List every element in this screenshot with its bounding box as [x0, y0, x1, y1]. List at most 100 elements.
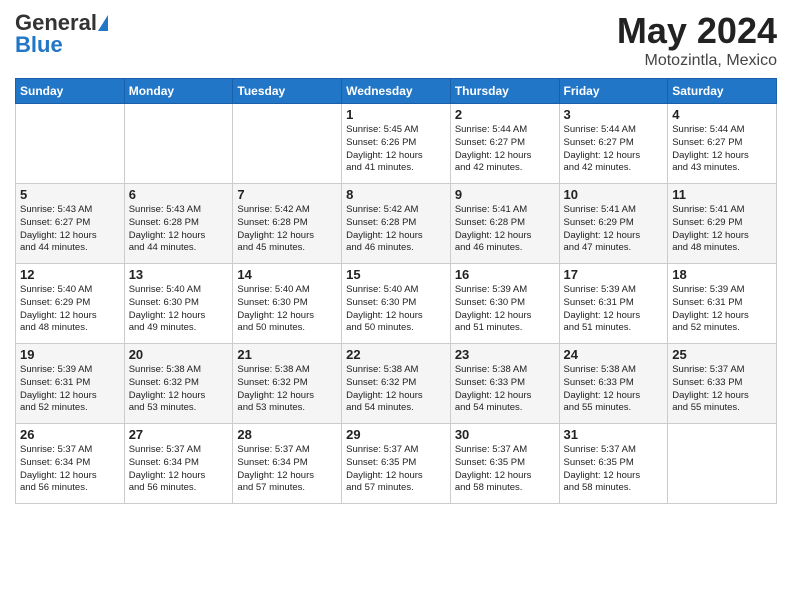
day-info: Sunrise: 5:37 AMSunset: 6:34 PMDaylight:… [129, 444, 229, 495]
day-info: Sunrise: 5:37 AMSunset: 6:35 PMDaylight:… [455, 444, 555, 495]
day-cell: 28 Sunrise: 5:37 AMSunset: 6:34 PMDayligh… [233, 424, 342, 504]
day-cell: 12Sunrise: 5:40 AMSunset: 6:29 PMDayligh… [16, 264, 125, 344]
day-info: Sunrise: 5:42 AMSunset: 6:28 PMDaylight:… [346, 204, 446, 255]
day-cell: 18 Sunrise: 5:39 AMSunset: 6:31 PMDayligh… [668, 264, 777, 344]
day-cell: 25 Sunrise: 5:37 AMSunset: 6:33 PMDayligh… [668, 344, 777, 424]
day-number: 7 [237, 187, 337, 202]
day-cell: 20 Sunrise: 5:38 AMSunset: 6:32 PMDayligh… [124, 344, 233, 424]
day-cell: 23 Sunrise: 5:38 AMSunset: 6:33 PMDayligh… [450, 344, 559, 424]
day-number: 16 [455, 267, 555, 282]
day-number: 11 [672, 187, 772, 202]
logo: General Blue [15, 10, 108, 58]
day-cell: 14 Sunrise: 5:40 AMSunset: 6:30 PMDayligh… [233, 264, 342, 344]
day-number: 5 [20, 187, 120, 202]
day-info: Sunrise: 5:37 AMSunset: 6:35 PMDaylight:… [564, 444, 664, 495]
logo-icon [98, 15, 108, 31]
day-info: Sunrise: 5:40 AMSunset: 6:30 PMDaylight:… [346, 284, 446, 335]
day-cell [668, 424, 777, 504]
day-number: 25 [672, 347, 772, 362]
day-cell: 29Sunrise: 5:37 AMSunset: 6:35 PMDayligh… [342, 424, 451, 504]
col-header-friday: Friday [559, 79, 668, 104]
day-number: 10 [564, 187, 664, 202]
day-number: 29 [346, 427, 446, 442]
day-info: Sunrise: 5:37 AMSunset: 6:34 PMDaylight:… [20, 444, 120, 495]
calendar-page: General Blue May 2024 Motozintla, Mexico… [0, 0, 792, 514]
day-info: Sunrise: 5:41 AMSunset: 6:29 PMDaylight:… [672, 204, 772, 255]
day-info: Sunrise: 5:39 AMSunset: 6:31 PMDaylight:… [20, 364, 120, 415]
day-number: 8 [346, 187, 446, 202]
day-cell: 15 Sunrise: 5:40 AMSunset: 6:30 PMDayligh… [342, 264, 451, 344]
day-cell: 16 Sunrise: 5:39 AMSunset: 6:30 PMDayligh… [450, 264, 559, 344]
day-number: 27 [129, 427, 229, 442]
day-info: Sunrise: 5:40 AMSunset: 6:29 PMDaylight:… [20, 284, 120, 335]
day-number: 18 [672, 267, 772, 282]
calendar-table: SundayMondayTuesdayWednesdayThursdayFrid… [15, 78, 777, 504]
day-info: Sunrise: 5:45 AMSunset: 6:26 PMDaylight:… [346, 124, 446, 175]
day-number: 14 [237, 267, 337, 282]
day-cell [124, 104, 233, 184]
day-number: 15 [346, 267, 446, 282]
day-info: Sunrise: 5:41 AMSunset: 6:29 PMDaylight:… [564, 204, 664, 255]
calendar-location: Motozintla, Mexico [617, 52, 777, 70]
week-row-4: 19 Sunrise: 5:39 AMSunset: 6:31 PMDayligh… [16, 344, 777, 424]
header-row: SundayMondayTuesdayWednesdayThursdayFrid… [16, 79, 777, 104]
logo-blue: Blue [15, 32, 63, 58]
day-info: Sunrise: 5:43 AMSunset: 6:27 PMDaylight:… [20, 204, 120, 255]
day-info: Sunrise: 5:44 AMSunset: 6:27 PMDaylight:… [564, 124, 664, 175]
day-number: 13 [129, 267, 229, 282]
day-cell: 4 Sunrise: 5:44 AMSunset: 6:27 PMDaylight… [668, 104, 777, 184]
week-row-3: 12Sunrise: 5:40 AMSunset: 6:29 PMDayligh… [16, 264, 777, 344]
day-cell [16, 104, 125, 184]
day-cell: 19 Sunrise: 5:39 AMSunset: 6:31 PMDayligh… [16, 344, 125, 424]
day-cell: 6Sunrise: 5:43 AMSunset: 6:28 PMDaylight… [124, 184, 233, 264]
day-cell: 21 Sunrise: 5:38 AMSunset: 6:32 PMDayligh… [233, 344, 342, 424]
day-cell: 10 Sunrise: 5:41 AMSunset: 6:29 PMDayligh… [559, 184, 668, 264]
day-cell: 31Sunrise: 5:37 AMSunset: 6:35 PMDayligh… [559, 424, 668, 504]
day-cell [233, 104, 342, 184]
day-cell: 7 Sunrise: 5:42 AMSunset: 6:28 PMDaylight… [233, 184, 342, 264]
day-cell: 9Sunrise: 5:41 AMSunset: 6:28 PMDaylight… [450, 184, 559, 264]
day-number: 6 [129, 187, 229, 202]
day-number: 28 [237, 427, 337, 442]
day-number: 19 [20, 347, 120, 362]
day-info: Sunrise: 5:40 AMSunset: 6:30 PMDaylight:… [237, 284, 337, 335]
day-info: Sunrise: 5:39 AMSunset: 6:30 PMDaylight:… [455, 284, 555, 335]
day-info: Sunrise: 5:39 AMSunset: 6:31 PMDaylight:… [564, 284, 664, 335]
day-info: Sunrise: 5:37 AMSunset: 6:34 PMDaylight:… [237, 444, 337, 495]
day-number: 2 [455, 107, 555, 122]
col-header-thursday: Thursday [450, 79, 559, 104]
day-cell: 30Sunrise: 5:37 AMSunset: 6:35 PMDayligh… [450, 424, 559, 504]
title-block: May 2024 Motozintla, Mexico [617, 10, 777, 70]
day-info: Sunrise: 5:38 AMSunset: 6:33 PMDaylight:… [564, 364, 664, 415]
day-info: Sunrise: 5:38 AMSunset: 6:32 PMDaylight:… [129, 364, 229, 415]
day-number: 21 [237, 347, 337, 362]
day-number: 23 [455, 347, 555, 362]
day-info: Sunrise: 5:44 AMSunset: 6:27 PMDaylight:… [455, 124, 555, 175]
col-header-sunday: Sunday [16, 79, 125, 104]
day-cell: 5 Sunrise: 5:43 AMSunset: 6:27 PMDaylight… [16, 184, 125, 264]
day-info: Sunrise: 5:42 AMSunset: 6:28 PMDaylight:… [237, 204, 337, 255]
day-info: Sunrise: 5:38 AMSunset: 6:33 PMDaylight:… [455, 364, 555, 415]
day-number: 20 [129, 347, 229, 362]
day-number: 17 [564, 267, 664, 282]
day-number: 1 [346, 107, 446, 122]
week-row-1: 1 Sunrise: 5:45 AMSunset: 6:26 PMDaylight… [16, 104, 777, 184]
day-number: 22 [346, 347, 446, 362]
col-header-saturday: Saturday [668, 79, 777, 104]
day-info: Sunrise: 5:38 AMSunset: 6:32 PMDaylight:… [237, 364, 337, 415]
day-cell: 24Sunrise: 5:38 AMSunset: 6:33 PMDayligh… [559, 344, 668, 424]
col-header-tuesday: Tuesday [233, 79, 342, 104]
day-cell: 17 Sunrise: 5:39 AMSunset: 6:31 PMDayligh… [559, 264, 668, 344]
week-row-2: 5 Sunrise: 5:43 AMSunset: 6:27 PMDaylight… [16, 184, 777, 264]
day-cell: 11 Sunrise: 5:41 AMSunset: 6:29 PMDayligh… [668, 184, 777, 264]
day-info: Sunrise: 5:44 AMSunset: 6:27 PMDaylight:… [672, 124, 772, 175]
day-number: 4 [672, 107, 772, 122]
day-cell: 2 Sunrise: 5:44 AMSunset: 6:27 PMDaylight… [450, 104, 559, 184]
day-info: Sunrise: 5:37 AMSunset: 6:33 PMDaylight:… [672, 364, 772, 415]
day-info: Sunrise: 5:39 AMSunset: 6:31 PMDaylight:… [672, 284, 772, 335]
day-cell: 22Sunrise: 5:38 AMSunset: 6:32 PMDayligh… [342, 344, 451, 424]
day-number: 3 [564, 107, 664, 122]
col-header-monday: Monday [124, 79, 233, 104]
header: General Blue May 2024 Motozintla, Mexico [15, 10, 777, 70]
day-info: Sunrise: 5:41 AMSunset: 6:28 PMDaylight:… [455, 204, 555, 255]
